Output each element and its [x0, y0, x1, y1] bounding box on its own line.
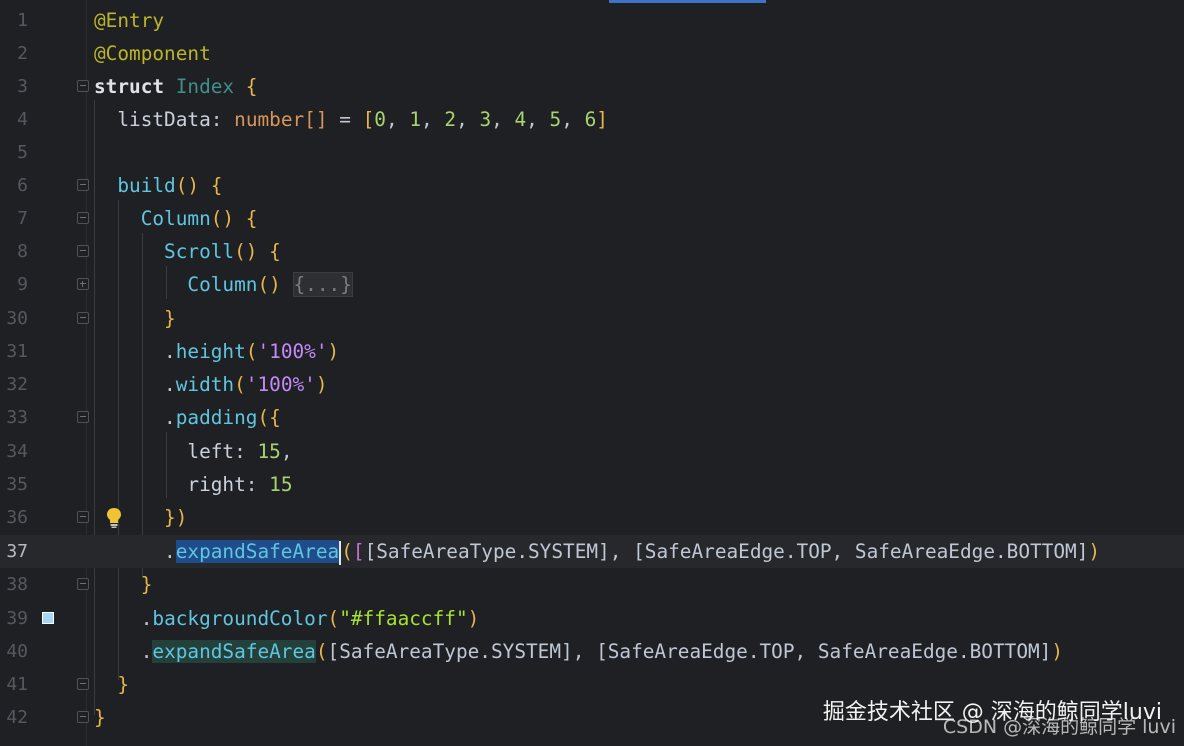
line-number: 42	[6, 707, 28, 728]
code-line[interactable]: 38 }	[0, 568, 1184, 601]
line-number: 37	[6, 541, 28, 562]
code-line[interactable]: 6 build() {	[0, 169, 1184, 202]
watermark-csdn: CSDN @深海的鲸同学 luvi	[942, 716, 1176, 738]
line-number: 30	[6, 308, 28, 329]
line-number: 6	[17, 175, 28, 196]
code-text[interactable]: right: 15	[94, 468, 292, 501]
fold-collapse-icon[interactable]	[77, 245, 89, 257]
code-text[interactable]: }	[94, 568, 153, 601]
code-line[interactable]: 7 Column() {	[0, 202, 1184, 235]
line-number: 5	[17, 142, 28, 163]
line-number: 1	[17, 10, 28, 31]
line-number: 7	[17, 208, 28, 229]
code-text[interactable]: @Component	[94, 37, 211, 70]
line-number: 34	[6, 441, 28, 462]
code-line[interactable]: 32 .width('100%')	[0, 368, 1184, 401]
code-text[interactable]: left: 15,	[94, 435, 292, 468]
code-line[interactable]: 9 Column() {...}	[0, 268, 1184, 301]
folded-region[interactable]: {...}	[292, 272, 353, 297]
fold-collapse-icon[interactable]	[77, 179, 89, 191]
code-line[interactable]: 30 }	[0, 302, 1184, 335]
fold-collapse-icon[interactable]	[77, 212, 89, 224]
code-line[interactable]: 31 .height('100%')	[0, 335, 1184, 368]
code-text[interactable]: .height('100%')	[94, 335, 339, 368]
fold-collapse-icon[interactable]	[77, 578, 89, 590]
code-line[interactable]: 34 left: 15,	[0, 435, 1184, 468]
fold-collapse-icon[interactable]	[77, 711, 89, 723]
code-line[interactable]: 39 .backgroundColor("#ffaaccff")	[0, 602, 1184, 635]
fold-collapse-icon[interactable]	[77, 678, 89, 690]
code-text[interactable]: .width('100%')	[94, 368, 327, 401]
code-line-current[interactable]: 37 .expandSafeArea ([[SafeAreaType.SYSTEM…	[0, 535, 1184, 568]
code-line[interactable]: 1 @Entry	[0, 4, 1184, 37]
selected-text[interactable]: expandSafeArea	[175, 540, 340, 563]
fold-collapse-icon[interactable]	[77, 511, 89, 523]
line-number: 3	[17, 76, 28, 97]
code-text[interactable]: }	[94, 668, 129, 701]
fold-expand-icon[interactable]	[77, 278, 89, 290]
code-editor[interactable]: 1 @Entry 2 @Component 3 struct Index { 4…	[0, 0, 1184, 746]
fold-collapse-icon[interactable]	[77, 80, 89, 92]
fold-collapse-icon[interactable]	[77, 411, 89, 423]
line-number: 32	[6, 374, 28, 395]
active-tab-indicator	[609, 0, 766, 3]
code-line[interactable]: 4 listData: number[] = [0, 1, 2, 3, 4, 5…	[0, 103, 1184, 136]
code-text[interactable]: @Entry	[94, 4, 164, 37]
code-text[interactable]: Scroll() {	[94, 235, 281, 268]
code-text[interactable]: .expandSafeArea ([[SafeAreaType.SYSTEM], …	[94, 535, 1100, 568]
code-text[interactable]: Column() {...}	[94, 268, 353, 301]
code-text[interactable]: .backgroundColor("#ffaaccff")	[94, 602, 480, 635]
code-line[interactable]: 40 .expandSafeArea([SafeAreaType.SYSTEM]…	[0, 635, 1184, 668]
code-line[interactable]: 8 Scroll() {	[0, 235, 1184, 268]
code-line[interactable]: 3 struct Index {	[0, 70, 1184, 103]
line-number: 39	[6, 608, 28, 629]
line-number: 35	[6, 474, 28, 495]
line-number: 9	[17, 274, 28, 295]
line-number: 41	[6, 674, 28, 695]
code-text[interactable]: listData: number[] = [0, 1, 2, 3, 4, 5, …	[94, 103, 608, 136]
line-number: 38	[6, 574, 28, 595]
line-number: 4	[17, 109, 28, 130]
code-text[interactable]: }	[94, 701, 106, 734]
fold-collapse-icon[interactable]	[77, 312, 89, 324]
code-text[interactable]: Column() {	[94, 202, 258, 235]
line-number: 8	[17, 241, 28, 262]
code-text[interactable]: .expandSafeArea([SafeAreaType.SYSTEM], […	[94, 635, 1063, 668]
code-text[interactable]: struct Index {	[94, 70, 257, 103]
code-line[interactable]: 36 })	[0, 501, 1184, 534]
code-text[interactable]: }	[94, 302, 176, 335]
code-line[interactable]: 33 .padding({	[0, 401, 1184, 434]
usage-highlight[interactable]: expandSafeArea	[152, 640, 316, 663]
line-number: 36	[6, 507, 28, 528]
code-line[interactable]: 35 right: 15	[0, 468, 1184, 501]
line-number: 33	[6, 407, 28, 428]
code-text[interactable]: build() {	[94, 169, 222, 202]
color-swatch-icon[interactable]	[42, 612, 54, 624]
code-text[interactable]: .padding({	[94, 401, 281, 434]
line-number: 40	[6, 641, 28, 662]
line-number: 2	[17, 43, 28, 64]
code-line[interactable]: 5	[0, 136, 1184, 169]
code-text[interactable]: })	[94, 501, 187, 534]
code-line[interactable]: 2 @Component	[0, 37, 1184, 70]
line-number: 31	[6, 341, 28, 362]
